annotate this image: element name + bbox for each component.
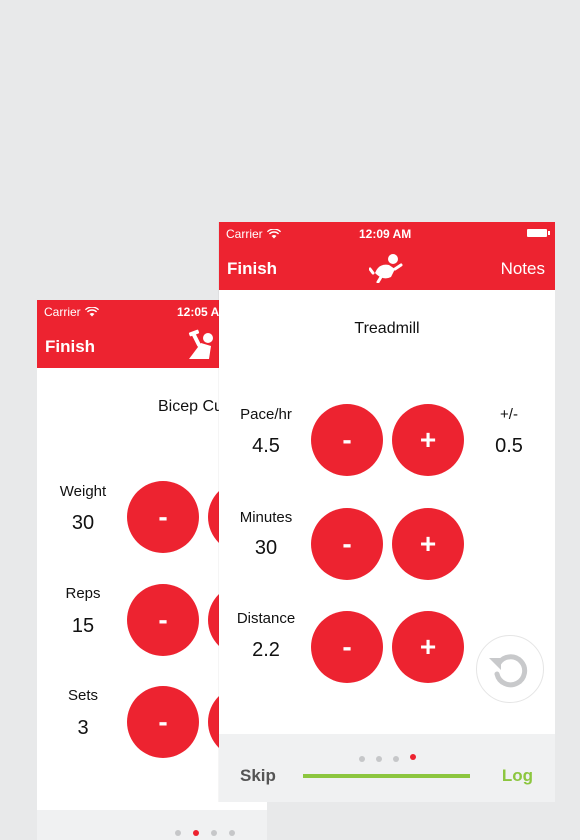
- pace-plus-button[interactable]: +: [392, 404, 464, 476]
- running-person-icon: [369, 254, 403, 283]
- page-dot: [376, 756, 382, 762]
- field-label-sets: Sets: [67, 687, 98, 704]
- minutes-plus-button[interactable]: +: [392, 508, 464, 580]
- field-label-pace: Pace/hr: [240, 406, 292, 423]
- battery-icon: [527, 229, 550, 237]
- field-value-weight: 30: [71, 512, 95, 534]
- page-dot-active: [193, 830, 199, 836]
- distance-plus-button[interactable]: +: [392, 611, 464, 683]
- skip-button[interactable]: Skip: [240, 766, 276, 786]
- page-dot: [359, 756, 365, 762]
- carrier-label: Carrier: [44, 305, 99, 319]
- progress-bar: [303, 774, 470, 778]
- wifi-icon: [266, 229, 281, 239]
- pace-minus-button[interactable]: -: [311, 404, 383, 476]
- bottom-bar: Skip Log: [219, 734, 555, 802]
- page-dot: [393, 756, 399, 762]
- field-value-sets: 3: [77, 717, 89, 739]
- sets-minus-button[interactable]: -: [127, 686, 199, 758]
- increment-value[interactable]: 0.5: [469, 435, 549, 458]
- bottom-bar: [37, 810, 267, 840]
- distance-minus-button[interactable]: -: [311, 611, 383, 683]
- field-label-distance: Distance: [236, 610, 296, 627]
- page-dot-active: [410, 754, 416, 760]
- dumbbell-curl-icon: [188, 329, 213, 359]
- page-dot: [211, 830, 217, 836]
- exercise-title: Treadmill: [354, 320, 420, 337]
- reset-button[interactable]: [476, 635, 544, 703]
- page-dot: [175, 830, 181, 836]
- wifi-icon: [84, 307, 99, 317]
- status-bar: Carrier 12:09 AM: [219, 222, 555, 244]
- nav-bar: Finish Notes: [219, 244, 555, 290]
- field-value-distance: 2.2: [252, 639, 280, 661]
- undo-arrow-icon: [489, 654, 528, 688]
- field-label-minutes: Minutes: [239, 509, 293, 526]
- increment-label: +/-: [500, 406, 518, 423]
- status-time: 12:09 AM: [359, 227, 412, 241]
- page-dot: [229, 830, 235, 836]
- field-value-pace: 4.5: [252, 435, 280, 457]
- minutes-minus-button[interactable]: -: [311, 508, 383, 580]
- finish-button[interactable]: Finish: [45, 337, 95, 357]
- field-value-minutes: 30: [254, 537, 278, 559]
- carrier-label: Carrier: [226, 227, 281, 241]
- front-phone-screen: Carrier 12:09 AM Finish Notes Treadmill …: [219, 222, 555, 802]
- field-value-reps: 15: [71, 615, 95, 637]
- finish-button[interactable]: Finish: [227, 259, 277, 279]
- field-label-reps: Reps: [65, 585, 101, 602]
- log-button[interactable]: Log: [502, 766, 533, 786]
- reps-minus-button[interactable]: -: [127, 584, 199, 656]
- field-label-weight: Weight: [59, 483, 107, 500]
- notes-button[interactable]: Notes: [501, 259, 545, 279]
- weight-minus-button[interactable]: -: [127, 481, 199, 553]
